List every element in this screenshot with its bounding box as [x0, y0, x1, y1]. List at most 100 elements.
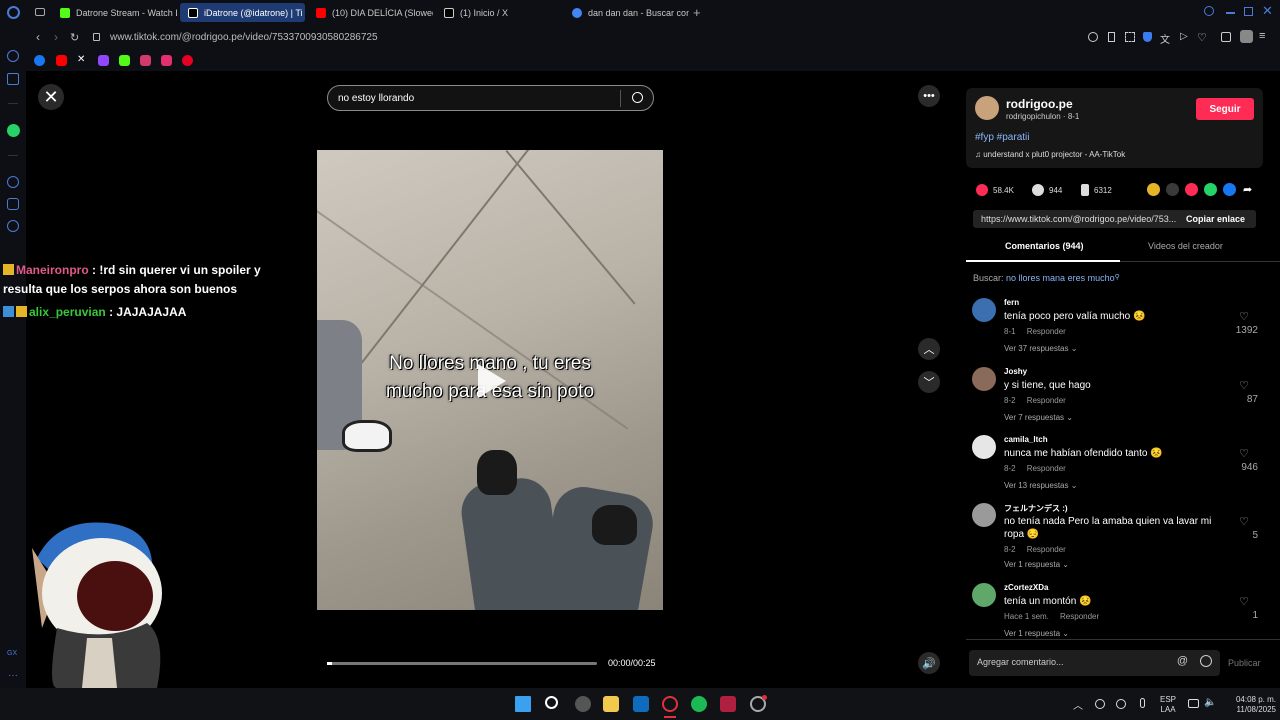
avatar[interactable] [972, 583, 996, 607]
pin-icon[interactable] [1108, 32, 1115, 42]
opera-menu-icon[interactable] [7, 6, 20, 19]
comment-user[interactable]: fern [1004, 298, 1019, 307]
volume-button[interactable]: 🔊 [918, 652, 940, 674]
like-count[interactable]: 58.4K [976, 184, 1014, 196]
comment-user[interactable]: camila_ltch [1004, 435, 1048, 444]
language-indicator[interactable]: ESP LAA [1160, 695, 1176, 715]
send-icon[interactable] [1185, 183, 1198, 196]
heart-icon[interactable]: ♡ [1197, 31, 1207, 44]
comment-user[interactable]: フェルナンデス :) [1004, 503, 1068, 514]
pinterest-icon[interactable] [182, 55, 193, 66]
microphone-icon[interactable] [1140, 698, 1145, 708]
task-view-icon[interactable] [575, 696, 591, 712]
view-replies-button[interactable]: Ver 7 respuestas ⌄ [1004, 413, 1073, 422]
reload-icon[interactable]: ↻ [70, 31, 79, 44]
music-track[interactable]: ♫ understand x plut0 projector - AA-TikT… [975, 150, 1125, 159]
embed-icon[interactable] [1166, 183, 1179, 196]
comment-count[interactable]: 944 [1032, 184, 1062, 196]
twitch-icon[interactable] [98, 55, 109, 66]
view-replies-button[interactable]: Ver 13 respuestas ⌄ [1004, 481, 1077, 490]
reply-button[interactable]: Responder [1027, 396, 1066, 405]
more-icon[interactable]: ··· [8, 670, 18, 681]
forward-icon[interactable]: › [54, 30, 58, 44]
clock[interactable]: 04:08 p. m. 11/08/2025 [1222, 695, 1276, 715]
youtube-icon[interactable] [56, 55, 67, 66]
facebook-icon[interactable] [34, 55, 45, 66]
network-icon[interactable] [1188, 699, 1199, 708]
app-icon[interactable] [720, 696, 736, 712]
search-tabs-icon[interactable] [1204, 6, 1214, 16]
play-icon[interactable]: ▷ [1180, 31, 1188, 42]
extensions-icon[interactable] [1221, 32, 1231, 42]
copy-link-button[interactable]: Copiar enlace [1186, 214, 1245, 224]
kick-icon[interactable] [119, 55, 130, 66]
menu-icon[interactable]: ≡ [1259, 30, 1265, 42]
file-explorer-icon[interactable] [603, 696, 619, 712]
add-comment-input[interactable]: Agregar comentario... @ [969, 650, 1220, 676]
publish-button[interactable]: Publicar [1228, 658, 1261, 668]
tab-youtube[interactable]: (10) DIA DELÍCIA (Slowed [308, 3, 433, 22]
tab-google[interactable]: dan dan dan - Buscar con [564, 3, 689, 22]
url-field[interactable]: www.tiktok.com/@rodrigoo.pe/video/753370… [110, 32, 378, 43]
reply-button[interactable]: Responder [1027, 545, 1066, 554]
search-input[interactable]: no estoy llorando [327, 85, 654, 111]
opera-icon[interactable] [662, 696, 678, 712]
reply-button[interactable]: Responder [1027, 327, 1066, 336]
x-icon[interactable]: ✕ [77, 54, 85, 65]
new-tab-button[interactable]: + [693, 5, 701, 20]
heart-icon[interactable]: ♡ [1239, 379, 1249, 392]
spotify-icon[interactable] [691, 696, 707, 712]
whatsapp-icon[interactable] [1204, 183, 1217, 196]
instagram-icon[interactable] [161, 55, 172, 66]
facebook-icon[interactable] [1223, 183, 1236, 196]
volume-icon[interactable]: 🔈 [1204, 697, 1216, 708]
close-window-button[interactable]: ✕ [1262, 3, 1273, 19]
heart-icon[interactable]: ♡ [1239, 310, 1249, 323]
app-icon[interactable] [140, 55, 151, 66]
reply-button[interactable]: Responder [1027, 464, 1066, 473]
view-replies-button[interactable]: Ver 37 respuestas ⌄ [1004, 344, 1077, 353]
tab-comments[interactable]: Comentarios (944) [1005, 241, 1084, 251]
tab-kick[interactable]: Datrone Stream - Watch L [52, 3, 177, 22]
search-icon[interactable] [545, 696, 558, 709]
heart-icon[interactable]: ♡ [1239, 515, 1249, 528]
emoji-icon[interactable] [1200, 655, 1212, 667]
gx-icon[interactable]: GX [7, 650, 17, 657]
previous-video-button[interactable]: ︿ [918, 338, 940, 360]
heart-icon[interactable]: ♡ [1239, 595, 1249, 608]
crypto-icon[interactable] [7, 73, 19, 85]
comment-user[interactable]: zCortezXDa [1004, 583, 1048, 592]
windows-start-icon[interactable] [515, 696, 531, 712]
translate-icon[interactable]: 文 [1160, 31, 1170, 46]
avatar[interactable] [972, 503, 996, 527]
tab-creator-videos[interactable]: Videos del creador [1148, 241, 1223, 251]
follow-button[interactable]: Seguir [1196, 98, 1254, 120]
hashtags[interactable]: #fyp #paratii [975, 132, 1029, 143]
maximize-button[interactable] [1244, 7, 1253, 16]
close-video-button[interactable]: ✕ [38, 84, 64, 110]
avatar[interactable] [972, 435, 996, 459]
workspaces-icon[interactable] [35, 8, 45, 16]
tray-icon[interactable] [1116, 699, 1126, 709]
chevron-up-icon[interactable]: ︿ [1073, 697, 1083, 712]
video-progress-bar[interactable] [327, 662, 597, 665]
comment-user[interactable]: Joshy [1004, 367, 1027, 376]
next-video-button[interactable]: ﹀ [918, 371, 940, 393]
whatsapp-icon[interactable] [7, 124, 20, 137]
save-count[interactable]: 6312 [1081, 184, 1112, 196]
minimize-button[interactable] [1226, 12, 1235, 14]
share-icon[interactable]: ➦ [1243, 183, 1252, 196]
avatar[interactable] [975, 96, 999, 120]
view-replies-button[interactable]: Ver 1 respuesta ⌄ [1004, 629, 1069, 638]
mention-icon[interactable]: @ [1177, 655, 1188, 667]
reply-button[interactable]: Responder [1060, 612, 1099, 621]
search-suggestion[interactable]: Buscar: no llores mana eres mucho⚲ [973, 273, 1120, 283]
back-icon[interactable]: ‹ [36, 30, 40, 44]
profile-icon[interactable] [1240, 30, 1253, 43]
history-icon[interactable] [7, 176, 19, 188]
outlook-icon[interactable] [633, 696, 649, 712]
tray-icon[interactable] [1095, 699, 1105, 709]
search-icon[interactable] [632, 92, 643, 103]
play-icon[interactable] [478, 364, 506, 398]
heart-icon[interactable]: ♡ [1239, 447, 1249, 460]
